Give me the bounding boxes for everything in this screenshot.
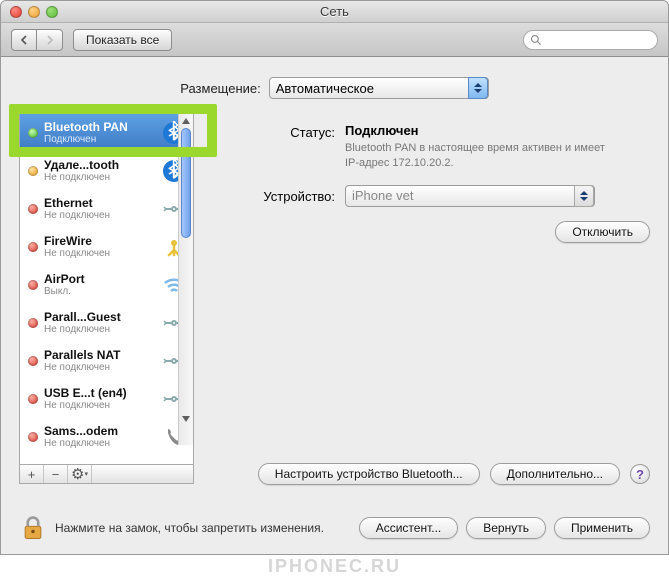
connection-name: AirPort	[44, 272, 155, 286]
revert-button[interactable]: Вернуть	[466, 517, 546, 539]
add-connection-button[interactable]: +	[20, 465, 44, 483]
search-field[interactable]	[523, 30, 658, 50]
connection-name: Ethernet	[44, 196, 155, 210]
assistant-button[interactable]: Ассистент...	[359, 517, 459, 539]
advanced-button[interactable]: Дополнительно...	[490, 463, 620, 485]
sidebar-item[interactable]: Parallels NATНе подключен	[20, 342, 193, 380]
help-button[interactable]: ?	[630, 464, 650, 484]
scroll-down-arrow[interactable]	[179, 412, 193, 426]
show-all-button[interactable]: Показать все	[73, 29, 172, 51]
titlebar: Сеть	[1, 1, 668, 23]
status-value: Подключен	[345, 123, 650, 138]
scrollbar[interactable]	[178, 114, 193, 445]
status-dot-icon	[28, 204, 38, 214]
apply-button[interactable]: Применить	[554, 517, 650, 539]
connection-name: Parall...Guest	[44, 310, 155, 324]
connection-status: Не подключен	[44, 438, 155, 450]
status-label: Статус:	[229, 123, 335, 140]
search-icon	[530, 34, 542, 46]
toolbar: Показать все	[1, 23, 668, 57]
window-title: Сеть	[1, 4, 668, 19]
connections-sidebar: Bluetooth PANПодключенУдале...toothНе по…	[19, 113, 194, 465]
connection-name: Parallels NAT	[44, 348, 155, 362]
select-knob-icon	[574, 185, 594, 207]
status-dot-icon	[28, 432, 38, 442]
connection-status: Не подключен	[44, 210, 155, 222]
location-label: Размещение:	[180, 81, 261, 96]
scroll-thumb[interactable]	[181, 128, 191, 238]
sidebar-item[interactable]: AirPortВыкл.	[20, 266, 193, 304]
nav-buttons	[11, 29, 63, 51]
lock-icon[interactable]	[19, 514, 47, 542]
preferences-window: Сеть Показать все Размещение: Автоматиче…	[0, 0, 669, 555]
connection-status: Не подключен	[44, 324, 155, 336]
status-dot-icon	[28, 280, 38, 290]
connection-name: FireWire	[44, 234, 155, 248]
status-dot-icon	[28, 318, 38, 328]
status-dot-icon	[28, 394, 38, 404]
sidebar-item[interactable]: Parall...GuestНе подключен	[20, 304, 193, 342]
list-controls: + − ⚙▾	[19, 465, 194, 484]
sidebar-item[interactable]: FireWireНе подключен	[20, 228, 193, 266]
device-value: iPhone vet	[352, 188, 413, 203]
remove-connection-button[interactable]: −	[44, 465, 68, 483]
status-dot-icon	[28, 128, 38, 138]
details-panel: Статус: Подключен Bluetooth PAN в настоя…	[229, 113, 650, 485]
connection-status: Не подключен	[44, 248, 155, 260]
configure-bluetooth-button[interactable]: Настроить устройство Bluetooth...	[258, 463, 480, 485]
sidebar-item[interactable]: EthernetНе подключен	[20, 190, 193, 228]
sidebar-item[interactable]: Удале...toothНе подключен	[20, 152, 193, 190]
connection-name: Bluetooth PAN	[44, 120, 155, 134]
connection-name: Sams...odem	[44, 424, 155, 438]
connection-name: Удале...tooth	[44, 158, 155, 172]
action-menu-button[interactable]: ⚙▾	[68, 465, 92, 483]
status-dot-icon	[28, 242, 38, 252]
scroll-up-arrow[interactable]	[179, 114, 193, 128]
footer: Нажмите на замок, чтобы запретить измене…	[19, 514, 650, 542]
connection-status: Выкл.	[44, 286, 155, 298]
status-dot-icon	[28, 356, 38, 366]
connection-status: Не подключен	[44, 362, 155, 374]
location-value: Автоматическое	[276, 81, 374, 96]
content-area: Размещение: Автоматическое Bluetooth PAN…	[1, 57, 668, 497]
select-knob-icon	[468, 77, 488, 99]
sidebar-item[interactable]: Sams...odemНе подключен	[20, 418, 193, 456]
watermark: IPHONEC.RU	[268, 556, 401, 577]
back-button[interactable]	[11, 29, 37, 51]
sidebar-item[interactable]: USB E...t (en4)Не подключен	[20, 380, 193, 418]
device-label: Устройство:	[229, 187, 335, 204]
connection-name: USB E...t (en4)	[44, 386, 155, 400]
disconnect-button[interactable]: Отключить	[555, 221, 650, 243]
status-dot-icon	[28, 166, 38, 176]
device-select[interactable]: iPhone vet	[345, 185, 595, 207]
connection-status: Не подключен	[44, 400, 155, 412]
location-row: Размещение: Автоматическое	[19, 77, 650, 99]
connection-status: Не подключен	[44, 172, 155, 184]
lock-text: Нажмите на замок, чтобы запретить измене…	[55, 521, 324, 535]
sidebar-item[interactable]: Bluetooth PANПодключен	[20, 114, 193, 152]
location-select[interactable]: Автоматическое	[269, 77, 489, 99]
connection-status: Подключен	[44, 134, 155, 146]
forward-button[interactable]	[37, 29, 63, 51]
status-description: Bluetooth PAN в настоящее время активен …	[345, 141, 605, 171]
